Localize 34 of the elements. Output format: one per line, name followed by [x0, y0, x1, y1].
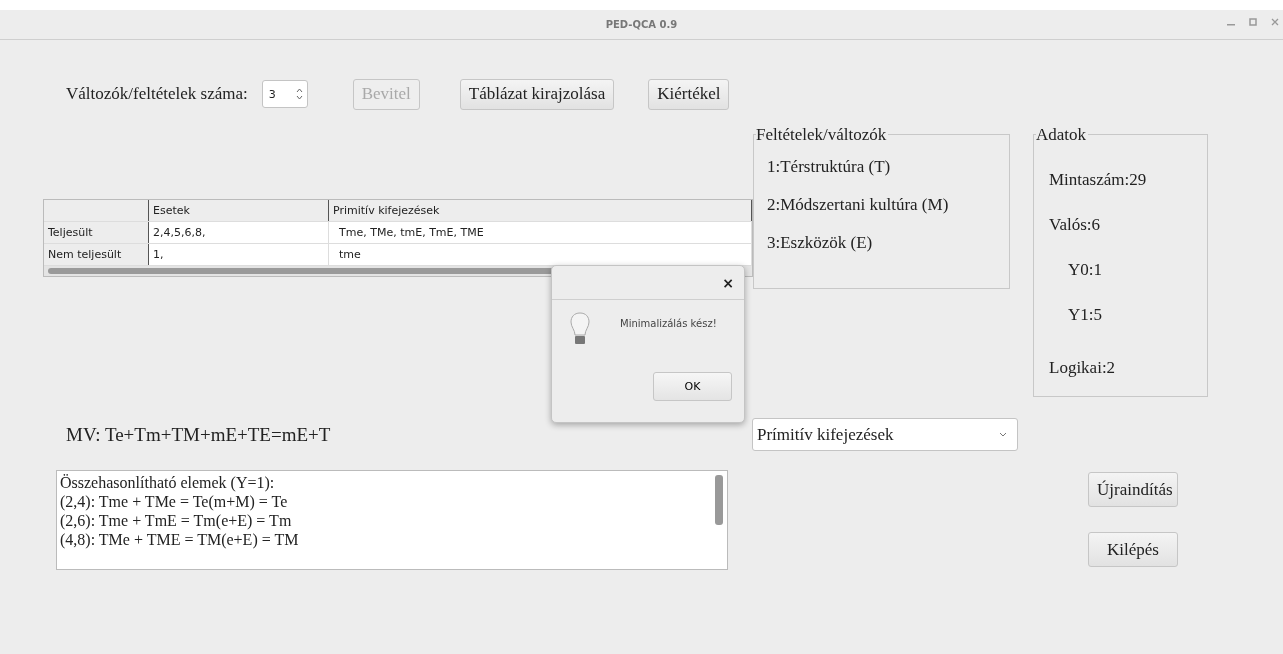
ok-button[interactable]: OK [653, 372, 732, 401]
toolbar-button[interactable]: Kiértékel [648, 78, 730, 110]
action-button[interactable]: Kilépés [1088, 532, 1178, 567]
log-line: (2,6): Tme + TmE = Tm(e+E) = Tm [60, 511, 293, 530]
window-title: PED-QCA 0.9 [605, 19, 678, 30]
data-item: Mintaszám:29 [1049, 170, 1148, 190]
close-icon[interactable] [1271, 18, 1279, 26]
spinner-arrows-icon[interactable] [295, 87, 303, 101]
data-item: Valós:6 [1049, 215, 1101, 235]
view-dropdown[interactable]: Prímitív kifejezések [752, 418, 1018, 451]
condition-item: 3:Eszközök (E) [767, 233, 874, 253]
condition-item: 1:Térstruktúra (T) [767, 157, 892, 177]
dialog-message: Minimalizálás kész! [620, 317, 717, 331]
log-line: (4,8): TMe + TME = TM(e+E) = TM [60, 530, 300, 549]
column-header: Primitív kifejezések [329, 200, 752, 221]
dialog-close[interactable]: × [722, 274, 734, 291]
data-item: Y0:1 [1068, 260, 1103, 280]
log-line: Összehasonlítható elemek (Y=1): [60, 473, 276, 492]
condition-item: 2:Módszertani kultúra (M) [767, 195, 950, 215]
chevron-down-icon [999, 432, 1007, 437]
row-header: Teljesült [44, 222, 149, 243]
result-formula: MV: Te+Tm+TM+mE+TE=mE+T [66, 423, 332, 446]
log-line: (2,4): Tme + TMe = Te(m+M) = Te [60, 492, 289, 511]
row-header: Nem teljesült [44, 244, 149, 265]
maximize-icon[interactable] [1249, 18, 1257, 26]
toolbar-button[interactable]: Táblázat kirajzolása [459, 78, 615, 110]
count-label: Változók/feltételek száma: [66, 84, 248, 104]
column-header: Esetek [149, 200, 329, 221]
count-spinner[interactable]: 3 [261, 80, 308, 108]
scrollbar-thumb[interactable] [715, 475, 723, 525]
data-item: Y1:5 [1068, 305, 1103, 325]
action-button[interactable]: Újraindítás [1088, 472, 1178, 507]
log-area[interactable]: Összehasonlítható elemek (Y=1): (2,4): Tme + TMe = Te(m+M) = Te (2,6): Tme + TmE = Tm(e+E) = Tm (4,8): TMe + TME = TM(e+E) = TM [56, 470, 728, 570]
data-item: Logikai:2 [1049, 358, 1117, 378]
